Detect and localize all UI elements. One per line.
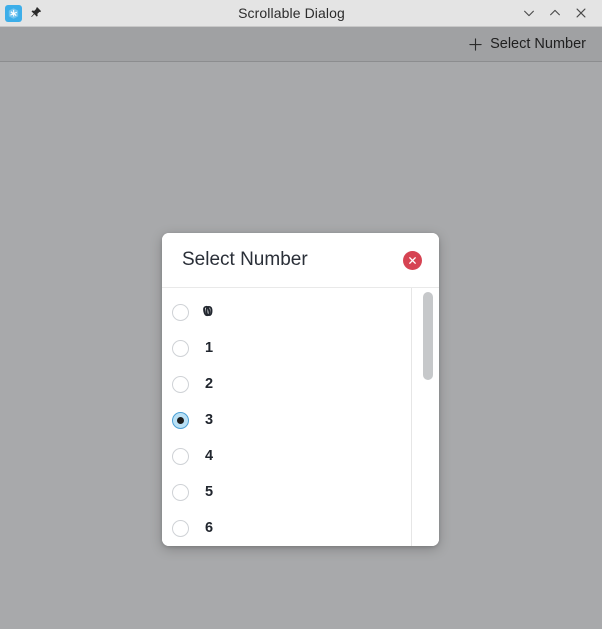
application-window: Scrollable Dialog Select Number Select N… (0, 0, 602, 629)
radio-button[interactable] (172, 303, 189, 321)
radio-button[interactable] (172, 483, 189, 501)
scroll-separator (411, 288, 412, 546)
main-content-area: Select Number 0 1 2 3 4 5 6 (0, 63, 602, 629)
select-number-toolbar-label: Select Number (490, 36, 586, 52)
list-item-label: 2 (205, 376, 214, 392)
maximize-chevron-up-icon[interactable] (542, 0, 568, 26)
dialog-scrollbar[interactable] (423, 292, 433, 542)
list-item[interactable]: 0 (162, 294, 411, 330)
dialog-close-circle-icon[interactable] (403, 250, 422, 270)
list-item[interactable]: 6 (162, 510, 411, 546)
list-item-label: 1 (205, 340, 214, 356)
radio-button[interactable] (172, 375, 189, 393)
select-number-dialog: Select Number 0 1 2 3 4 5 6 (162, 233, 439, 546)
list-item[interactable]: 2 (162, 366, 411, 402)
titlebar-left-icons (0, 4, 75, 22)
dialog-body: 0 1 2 3 4 5 6 (162, 288, 439, 546)
list-item[interactable]: 5 (162, 474, 411, 510)
plus-icon (467, 36, 483, 52)
main-toolbar: Select Number (0, 27, 602, 62)
kde-logo-icon (5, 4, 22, 22)
pin-icon[interactable] (28, 5, 44, 21)
list-item-label: 3 (205, 412, 214, 428)
radio-button[interactable] (172, 339, 189, 357)
close-x-icon[interactable] (568, 0, 594, 26)
dialog-title: Select Number (182, 249, 308, 270)
radio-button-selected[interactable] (172, 411, 189, 429)
select-number-toolbar-button[interactable]: Select Number (461, 33, 592, 55)
list-item-label: 6 (205, 520, 214, 536)
radio-button[interactable] (172, 447, 189, 465)
number-option-list: 0 1 2 3 4 5 6 (162, 288, 411, 546)
window-title: Scrollable Dialog (238, 5, 345, 21)
radio-button[interactable] (172, 519, 189, 537)
window-titlebar: Scrollable Dialog (0, 0, 602, 27)
window-controls (508, 0, 602, 26)
list-item-label: 5 (205, 484, 214, 500)
list-item[interactable]: 4 (162, 438, 411, 474)
list-item-label: 0 (205, 304, 213, 320)
list-item[interactable]: 1 (162, 330, 411, 366)
scrollbar-thumb[interactable] (423, 292, 433, 380)
list-item[interactable]: 3 (162, 402, 411, 438)
dialog-header: Select Number (162, 233, 439, 288)
minimize-chevron-down-icon[interactable] (516, 0, 542, 26)
list-item-label: 4 (205, 448, 214, 464)
